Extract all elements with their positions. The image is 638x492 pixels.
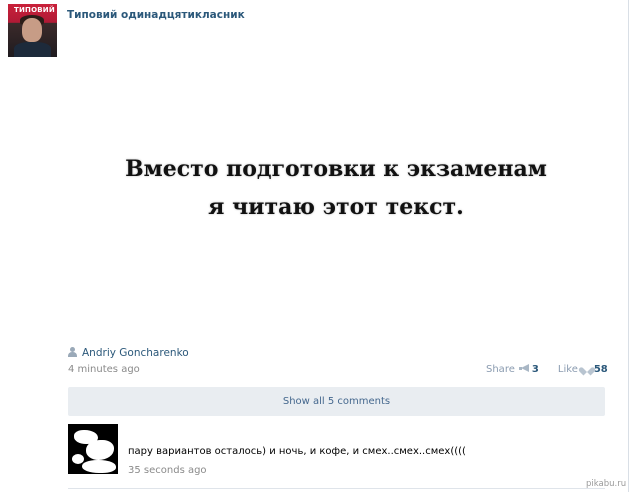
- like-button[interactable]: Like 58: [558, 364, 608, 375]
- share-button[interactable]: Share 3: [486, 364, 539, 375]
- post-time[interactable]: 4 minutes ago: [68, 364, 140, 375]
- watermark: pikabu.ru: [586, 479, 627, 489]
- post-image[interactable]: Вместо подготовки к экзаменам я читаю эт…: [68, 82, 604, 332]
- like-count: 58: [593, 364, 608, 375]
- comment-time[interactable]: 35 seconds ago: [128, 465, 207, 476]
- share-label: Share: [486, 364, 515, 375]
- megaphone-icon: [518, 364, 530, 373]
- post-image-text-line1: Вместо подготовки к экзаменам: [125, 156, 547, 182]
- comment-avatar[interactable]: [68, 424, 118, 474]
- post-image-text-line2: я читаю этот текст.: [208, 194, 464, 220]
- show-all-comments-button[interactable]: Show all 5 comments: [68, 387, 605, 416]
- comment-text: пару вариантов осталось) и ночь, и кофе,…: [128, 446, 466, 457]
- group-name-link[interactable]: Типовий одинадцятикласник: [67, 9, 245, 21]
- author-link[interactable]: Andriy Goncharenko: [82, 347, 189, 359]
- page-right-border: [628, 0, 629, 492]
- post-actions: Share 3 Like 58: [486, 364, 608, 375]
- group-logo-text: ТИПОВИЙ: [14, 6, 55, 14]
- like-label: Like: [557, 364, 578, 375]
- heart-icon: [582, 364, 592, 373]
- comment-divider: [68, 488, 605, 489]
- share-count: 3: [531, 364, 539, 375]
- user-icon: [68, 347, 77, 357]
- group-avatar[interactable]: ТИПОВИЙ: [8, 4, 57, 57]
- post-author: Andriy Goncharenko: [68, 347, 189, 359]
